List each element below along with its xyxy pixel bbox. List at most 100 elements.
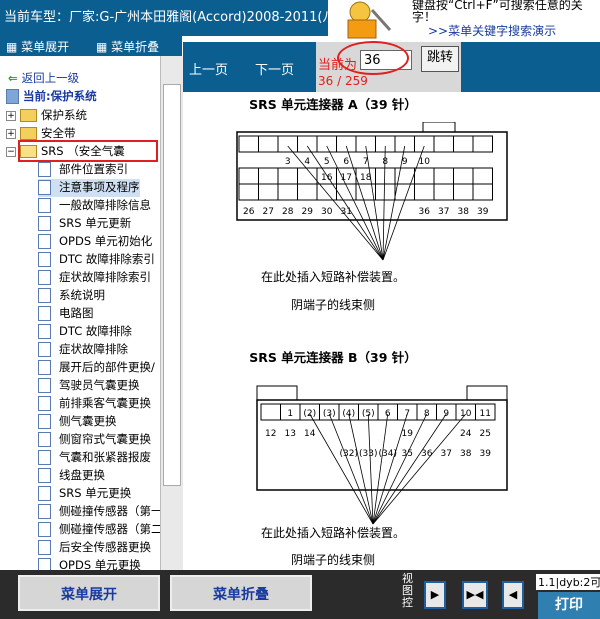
document-icon (38, 198, 51, 213)
folder-label: 保护系统 (41, 108, 87, 122)
tree-item[interactable]: 侧窗帘式气囊更换 (38, 431, 151, 449)
diagram-b-title: SRS 单元连接器 B（39 针） (249, 350, 417, 365)
document-icon (38, 396, 51, 411)
tree-scrollbar-thumb[interactable] (163, 84, 181, 486)
tree-expand-link[interactable]: ▦ 菜单展开 (6, 38, 69, 55)
pin-label: 19 (402, 429, 414, 439)
tree-item[interactable]: DTC 故障排除索引 (38, 251, 155, 269)
tree-collapse-label: 菜单折叠 (111, 40, 160, 54)
vehicle-title: 当前车型：厂家:G-广州本田雅阁(Accord)2008-2011(八代 (4, 10, 349, 25)
pin-cell (258, 167, 279, 185)
document-icon (38, 522, 51, 537)
worker-icon (347, 1, 392, 39)
tree-item[interactable]: 线盘更换 (38, 467, 105, 485)
tree-item[interactable]: 侧气囊更换 (38, 413, 117, 431)
pin-label: 28 (282, 207, 294, 217)
pin-label: (34) (379, 449, 397, 459)
view-left-icon[interactable]: ◀ (502, 581, 524, 609)
pin-label: 6 (343, 157, 349, 167)
tree-item[interactable]: OPDS 单元更换 (38, 557, 141, 570)
folder-icon (20, 109, 37, 122)
jump-button[interactable]: 跳转 (421, 46, 459, 72)
pin-cell (316, 183, 337, 201)
view-right-icon[interactable]: ▶ (424, 581, 446, 609)
document-icon (38, 270, 51, 285)
shorting-line (372, 413, 408, 525)
document-icon (38, 234, 51, 249)
tree-item-label: 驾驶员气囊更换 (59, 378, 140, 392)
pin-label: 39 (480, 449, 492, 459)
document-icon (38, 468, 51, 483)
tree-item[interactable]: DTC 故障排除 (38, 323, 132, 341)
pin-label: (32) (340, 449, 358, 459)
tree-item[interactable]: 系统说明 (38, 287, 105, 305)
tree-toolbar: ▦ 菜单展开 ▦ 菜单折叠 (0, 36, 182, 56)
pin-cell (355, 135, 376, 153)
pin-label: 10 (419, 157, 431, 167)
tree-item[interactable]: 侧碰撞传感器（第一 (38, 503, 160, 521)
tree-item[interactable]: 驾驶员气囊更换 (38, 377, 140, 395)
tree-item-label: 注意事项及程序 (59, 180, 140, 194)
pin-label: 37 (438, 207, 449, 217)
tree-item-label: 部件位置索引 (59, 162, 128, 176)
collapse-icon: ▦ (96, 40, 112, 54)
shorting-line (372, 413, 389, 525)
pin-label: 14 (304, 429, 316, 439)
tree-item[interactable]: 症状故障排除索引 (38, 269, 151, 287)
folder-label: 安全带 (41, 126, 76, 140)
pin-label: 24 (460, 429, 472, 439)
tree-item[interactable]: 气囊和张紧器报废 (38, 449, 151, 467)
tree-item[interactable]: 侧碰撞传感器（第二 (38, 521, 160, 539)
pin-label: (33) (359, 449, 377, 459)
prev-page-button[interactable]: 上一页 (189, 59, 228, 78)
tree-collapse-link[interactable]: ▦ 菜单折叠 (96, 38, 159, 55)
tree-item[interactable]: 症状故障排除 (38, 341, 128, 359)
tree-item[interactable]: 后安全传感器更换 (38, 539, 151, 557)
pin-label: 29 (302, 207, 314, 217)
tree-item[interactable]: 注意事项及程序 (38, 179, 140, 197)
pin-label: 9 (402, 157, 408, 167)
expand-plus-icon[interactable]: + (6, 128, 16, 139)
pin-cell (238, 183, 259, 201)
document-icon (38, 432, 51, 447)
view-center-icon[interactable]: ▶◀ (462, 581, 488, 609)
bottom-collapse-button[interactable]: 菜单折叠 (170, 575, 312, 611)
print-button[interactable]: 打印 (538, 592, 600, 619)
pin-label: 11 (480, 409, 491, 419)
tree-item[interactable]: 一般故障排除信息 (38, 197, 151, 215)
system-icon (6, 89, 19, 104)
collapse-minus-icon[interactable]: − (6, 146, 16, 157)
tree-item-label: 侧碰撞传感器（第一 (59, 504, 160, 518)
pin-cell (414, 135, 435, 153)
connector-a-diagram: 34567891016171826272829303136373839 (236, 122, 508, 261)
tree-item[interactable]: OPDS 单元初始化 (38, 233, 152, 251)
status-text: 1.1|dyb:2可 (536, 574, 600, 590)
tree-item-label: 电路图 (59, 306, 94, 320)
promo-banner: 键盘按“Ctrl+F”可搜索任意的关 字！ >>菜单关键字搜索演示 (328, 0, 600, 40)
diagram-a-side: 阴端子的线束侧 (290, 298, 375, 312)
tree-item[interactable]: 前排乘客气囊更换 (38, 395, 151, 413)
tree-item[interactable]: SRS 单元更换 (38, 485, 131, 503)
diagram-b-side: 阴端子的线束侧 (290, 553, 375, 567)
search-demo-link[interactable]: >>菜单关键字搜索演示 (428, 22, 556, 39)
tree-folder-protection[interactable]: + 保护系统 (6, 107, 87, 125)
pin-cell (277, 135, 298, 153)
tree-expand-label: 菜单展开 (21, 40, 70, 54)
connector-b-diagram: 1(2)(3)(4)(5)67891011121314192425(32)(33… (256, 385, 508, 525)
tree-item[interactable]: 电路图 (38, 305, 94, 323)
tree-item[interactable]: 展开后的部件更换/ (38, 359, 155, 377)
diagram-a-note: 在此处插入短路补偿装置。 (260, 270, 405, 284)
tree-item[interactable]: SRS 单元更新 (38, 215, 131, 233)
tree-item[interactable]: 部件位置索引 (38, 161, 128, 179)
manual-content: SRS 单元连接器 A（39 针） 3456789101617182627282… (183, 92, 600, 570)
expand-plus-icon[interactable]: + (6, 110, 16, 121)
tree-item-label: 后安全传感器更换 (59, 540, 151, 554)
pin-cell (297, 167, 318, 185)
bottom-expand-button[interactable]: 菜单展开 (18, 575, 160, 611)
document-icon (38, 216, 51, 231)
next-page-button[interactable]: 下一页 (255, 59, 294, 78)
back-link[interactable]: ⇐ 返回上一级 (8, 70, 79, 88)
tree-item-label: 气囊和张紧器报废 (59, 450, 151, 464)
shorting-line (372, 413, 467, 525)
pin-cell (375, 167, 396, 185)
